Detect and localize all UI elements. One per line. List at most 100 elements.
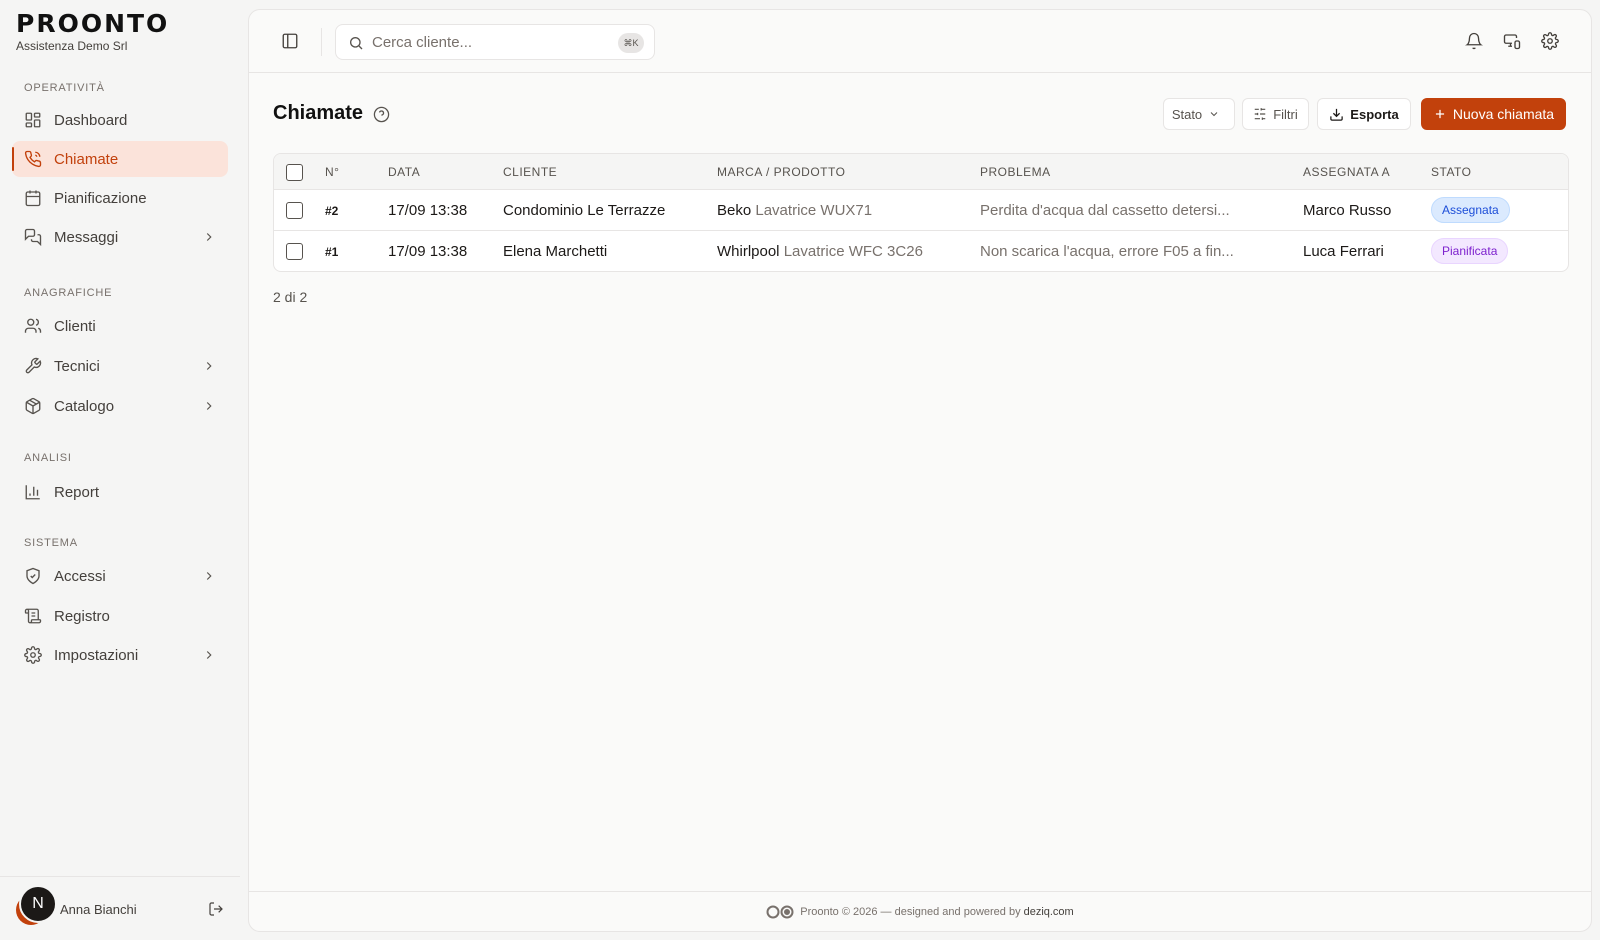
logout-icon[interactable] <box>208 901 224 917</box>
chevron-right-icon <box>202 399 216 413</box>
section-label-operativita: OPERATIVITÀ <box>24 82 105 94</box>
column-header[interactable]: CLIENTE <box>503 165 557 179</box>
sidebar-item-label: Report <box>54 483 100 501</box>
sidebar-item-pianificazione[interactable]: Pianificazione <box>12 180 228 216</box>
search-input[interactable]: Cerca cliente... ⌘K <box>335 24 655 60</box>
product-name: Lavatrice WUX71 <box>755 202 873 219</box>
top-bar: Cerca cliente... ⌘K <box>249 10 1591 73</box>
results-count: 2 di 2 <box>273 289 308 305</box>
filters-label: Filtri <box>1273 106 1298 122</box>
chevron-right-icon <box>202 569 216 583</box>
page-footer: Proonto © 2026 — designed and powered by… <box>249 891 1591 931</box>
download-icon <box>1329 107 1350 122</box>
search-placeholder: Cerca cliente... <box>372 34 473 51</box>
chevron-down-icon <box>1208 108 1226 120</box>
status-badge: Assegnata <box>1431 197 1510 223</box>
footer-link[interactable]: deziq.com <box>1024 906 1074 918</box>
brand-product: Whirlpool Lavatrice WFC 3C26 <box>717 243 923 260</box>
sidebar-item-catalogo[interactable]: Catalogo <box>12 388 228 424</box>
sidebar-item-registro[interactable]: Registro <box>12 598 228 634</box>
client-name[interactable]: Elena Marchetti <box>503 243 607 260</box>
footer-logo-icon <box>766 905 794 919</box>
sliders-icon <box>1253 107 1273 121</box>
calendar-icon <box>24 189 42 207</box>
problem-text: Perdita d'acqua dal cassetto detersi... <box>980 202 1230 219</box>
calls-table: N° DATA CLIENTE MARCA / PRODOTTO PROBLEM… <box>273 153 1569 272</box>
section-label-anagrafiche: ANAGRAFICHE <box>24 287 113 299</box>
sidebar-item-report[interactable]: Report <box>12 474 228 510</box>
footer-text: Proonto © 2026 — designed and powered by <box>800 905 1021 918</box>
main-panel: Cerca cliente... ⌘K Chiamate Stato Filtr… <box>248 9 1592 932</box>
user-name: Anna Bianchi <box>60 902 137 917</box>
package-icon <box>24 397 42 415</box>
row-checkbox[interactable] <box>286 202 303 219</box>
plus-icon <box>1433 107 1453 121</box>
column-header[interactable]: MARCA / PRODOTTO <box>717 165 845 179</box>
sidebar-item-label: Clienti <box>54 317 96 335</box>
sidebar-item-label: Tecnici <box>54 357 100 375</box>
call-number: #2 <box>325 204 339 218</box>
sidebar-item-clienti[interactable]: Clienti <box>12 308 228 344</box>
brand-name: Beko <box>717 202 752 219</box>
table-row[interactable]: #2 17/09 13:38 Condominio Le Terrazze Be… <box>274 190 1568 231</box>
avatar[interactable]: N <box>19 885 57 923</box>
row-checkbox[interactable] <box>286 243 303 260</box>
column-header[interactable]: STATO <box>1431 165 1472 179</box>
messages-icon <box>24 228 42 246</box>
sidebar-item-dashboard[interactable]: Dashboard <box>12 102 228 138</box>
section-label-analisi: ANALISI <box>24 452 72 464</box>
column-header[interactable]: ASSEGNATA A <box>1303 165 1390 179</box>
column-header[interactable]: DATA <box>388 165 420 179</box>
bell-icon[interactable] <box>1465 32 1483 50</box>
section-label-sistema: SISTEMA <box>24 537 78 549</box>
sidebar-toggle-icon[interactable] <box>281 32 299 50</box>
status-filter-label: Stato <box>1171 106 1203 122</box>
status-filter-select[interactable]: Stato <box>1163 98 1235 130</box>
filters-button[interactable]: Filtri <box>1242 98 1309 130</box>
users-icon <box>24 317 42 335</box>
help-icon[interactable] <box>373 106 390 123</box>
wrench-icon <box>24 357 42 375</box>
app-logo[interactable]: PROONTO <box>16 9 169 38</box>
sidebar-item-label: Impostazioni <box>54 646 139 664</box>
divider <box>321 28 322 56</box>
call-date: 17/09 13:38 <box>388 243 468 260</box>
search-icon <box>348 35 364 51</box>
sidebar-item-impostazioni[interactable]: Impostazioni <box>12 637 228 673</box>
call-number: #1 <box>325 245 339 259</box>
shortcut-badge: ⌘K <box>618 33 644 53</box>
brand-product: Beko Lavatrice WUX71 <box>717 202 872 219</box>
table-row[interactable]: #1 17/09 13:38 Elena Marchetti Whirlpool… <box>274 231 1568 271</box>
sidebar-item-label: Pianificazione <box>54 189 147 207</box>
sidebar-item-messaggi[interactable]: Messaggi <box>12 219 228 255</box>
client-name[interactable]: Condominio Le Terrazze <box>503 202 665 219</box>
sidebar-item-label: Dashboard <box>54 111 128 129</box>
chevron-right-icon <box>202 359 216 373</box>
brand-name: Whirlpool <box>717 243 780 260</box>
sidebar-item-label: Catalogo <box>54 397 115 415</box>
new-call-button[interactable]: Nuova chiamata <box>1421 98 1566 130</box>
devices-icon[interactable] <box>1503 32 1521 50</box>
sidebar: PROONTO Assistenza Demo Srl OPERATIVITÀ … <box>0 0 244 940</box>
bar-chart-icon <box>24 483 42 501</box>
sidebar-item-label: Chiamate <box>54 150 119 168</box>
user-footer: N Anna Bianchi <box>0 876 240 940</box>
new-call-label: Nuova chiamata <box>1452 106 1555 122</box>
dashboard-icon <box>24 111 42 129</box>
product-name: Lavatrice WFC 3C26 <box>783 243 923 260</box>
gear-icon <box>24 646 42 664</box>
sidebar-item-label: Registro <box>54 607 110 625</box>
table-header: N° DATA CLIENTE MARCA / PRODOTTO PROBLEM… <box>274 154 1568 190</box>
export-label: Esporta <box>1350 106 1399 122</box>
select-all-checkbox[interactable] <box>286 164 303 181</box>
sidebar-item-tecnici[interactable]: Tecnici <box>12 348 228 384</box>
export-button[interactable]: Esporta <box>1317 98 1411 130</box>
sidebar-item-chiamate[interactable]: Chiamate <box>12 141 228 177</box>
settings-icon[interactable] <box>1541 32 1559 50</box>
call-date: 17/09 13:38 <box>388 202 468 219</box>
sidebar-item-accessi[interactable]: Accessi <box>12 558 228 594</box>
status-badge: Pianificata <box>1431 238 1509 264</box>
column-header[interactable]: N° <box>325 165 339 179</box>
column-header[interactable]: PROBLEMA <box>980 165 1051 179</box>
sidebar-item-label: Accessi <box>54 567 106 585</box>
